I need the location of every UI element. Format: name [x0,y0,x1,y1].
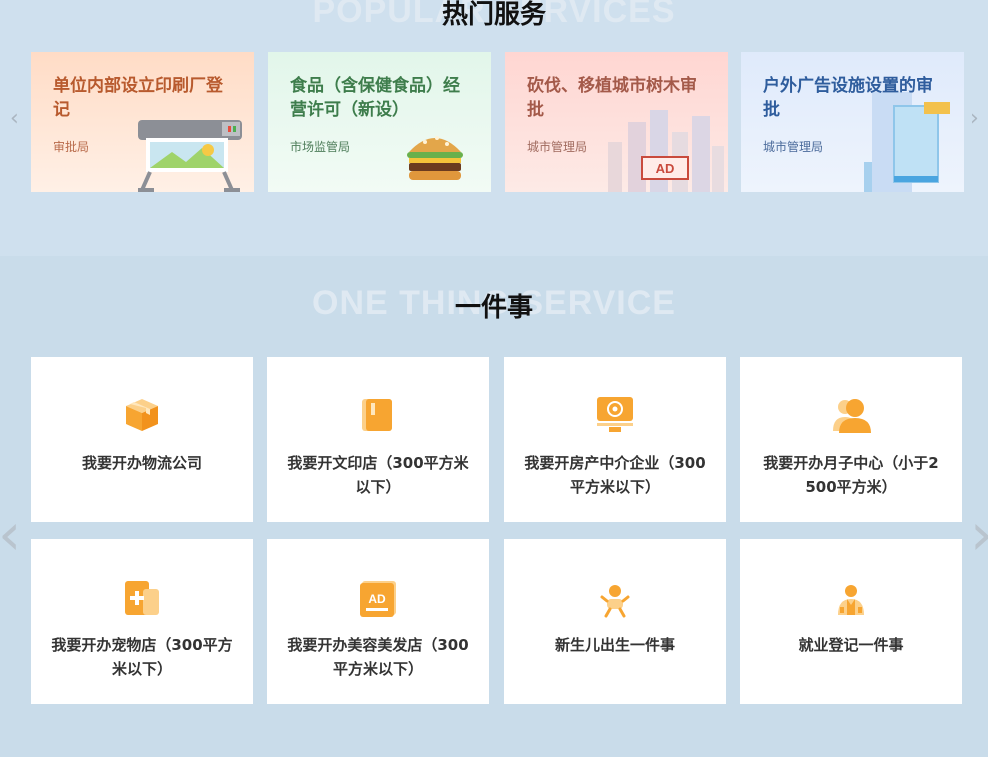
svg-text:AD: AD [656,161,675,176]
thing-card-label: 我要开办宠物店（300平方米以下） [51,636,233,678]
hot-card-1[interactable]: 单位内部设立印刷厂登记 审批局 [31,52,254,192]
medical-doc-icon [125,581,159,615]
one-thing-title: 一件事 [454,293,533,323]
thing-card-label: 我要开文印店（300平方米以下） [287,454,469,496]
worker-icon [838,585,864,615]
thing-card-6[interactable]: AD 我要开办美容美发店（300平方米以下） [267,539,489,704]
printer-icon [138,120,242,192]
thing-card-5[interactable]: 我要开办宠物店（300平方米以下） [31,539,253,704]
ad-icon: AD [360,581,396,617]
thing-card-label: 新生儿出生一件事 [554,636,675,654]
thing-card-label: 我要开办月子中心（小于2500平方米） [763,454,939,496]
hot-services-title: 热门服务 [441,0,546,30]
one-prev-arrow[interactable]: ‹ [0,500,21,568]
burger-icon [407,136,463,180]
thing-card-8[interactable]: 就业登记一件事 [740,539,962,704]
one-next-arrow[interactable]: › [970,500,988,568]
hot-card-2[interactable]: 食品（含保健食品）经营许可（新设） 市场监管局 [268,52,491,192]
thing-card-label: 我要开办物流公司 [81,454,202,472]
svg-text:AD: AD [368,592,386,606]
hot-card-4[interactable]: 户外广告设施设置的审批 城市管理局 [741,52,964,192]
hot-prev-arrow[interactable]: ‹ [10,106,19,131]
book-icon [362,399,392,431]
thing-card-3[interactable]: 我要开房产中介企业（300平方米以下） [504,357,726,522]
thing-card-label: 我要开房产中介企业（300平方米以下） [524,454,706,496]
hot-card-title: 单位内部设立印刷厂登记 [53,76,223,120]
thing-card-label: 就业登记一件事 [798,636,904,654]
hot-card-title: 户外广告设施设置的审批 [763,76,933,120]
hot-card-3[interactable]: 砍伐、移植城市树木审批 城市管理局 AD [505,52,728,192]
hot-card-title: 砍伐、移植城市树木审批 [527,76,697,120]
hot-card-title: 食品（含保健食品）经营许可（新设） [290,76,460,120]
baby-icon [600,585,630,618]
hot-card-dept: 审批局 [53,140,90,154]
hot-card-dept: 市场监管局 [290,140,351,154]
hot-card-dept: 城市管理局 [527,140,588,154]
thing-card-7[interactable]: 新生儿出生一件事 [504,539,726,704]
hot-next-arrow[interactable]: › [970,106,979,131]
thing-card-2[interactable]: 我要开文印店（300平方米以下） [267,357,489,522]
thing-card-label: 我要开办美容美发店（300平方米以下） [287,636,469,678]
monitor-icon [597,397,633,432]
hot-card-dept: 城市管理局 [763,140,824,154]
package-icon [126,399,158,431]
person-icon [833,399,871,433]
thing-card-4[interactable]: 我要开办月子中心（小于2500平方米） [740,357,962,522]
thing-card-1[interactable]: 我要开办物流公司 [31,357,253,522]
